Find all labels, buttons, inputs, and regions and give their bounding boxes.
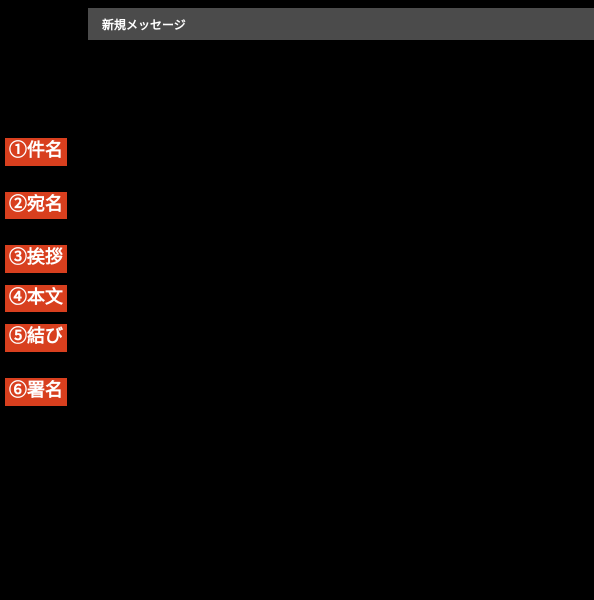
label-greeting: ③挨拶 (5, 245, 67, 273)
compose-header: 新規メッセージ (88, 8, 594, 40)
label-body: ④本文 (5, 285, 67, 313)
label-signature: ⑥署名 (5, 378, 67, 406)
label-recipient: ②宛名 (5, 192, 67, 220)
label-subject: ①件名 (5, 138, 67, 166)
label-closing: ⑤結び (5, 324, 67, 352)
section-labels: ①件名 ②宛名 ③挨拶 ④本文 ⑤結び ⑥署名 (5, 138, 67, 406)
compose-title: 新規メッセージ (102, 16, 186, 33)
